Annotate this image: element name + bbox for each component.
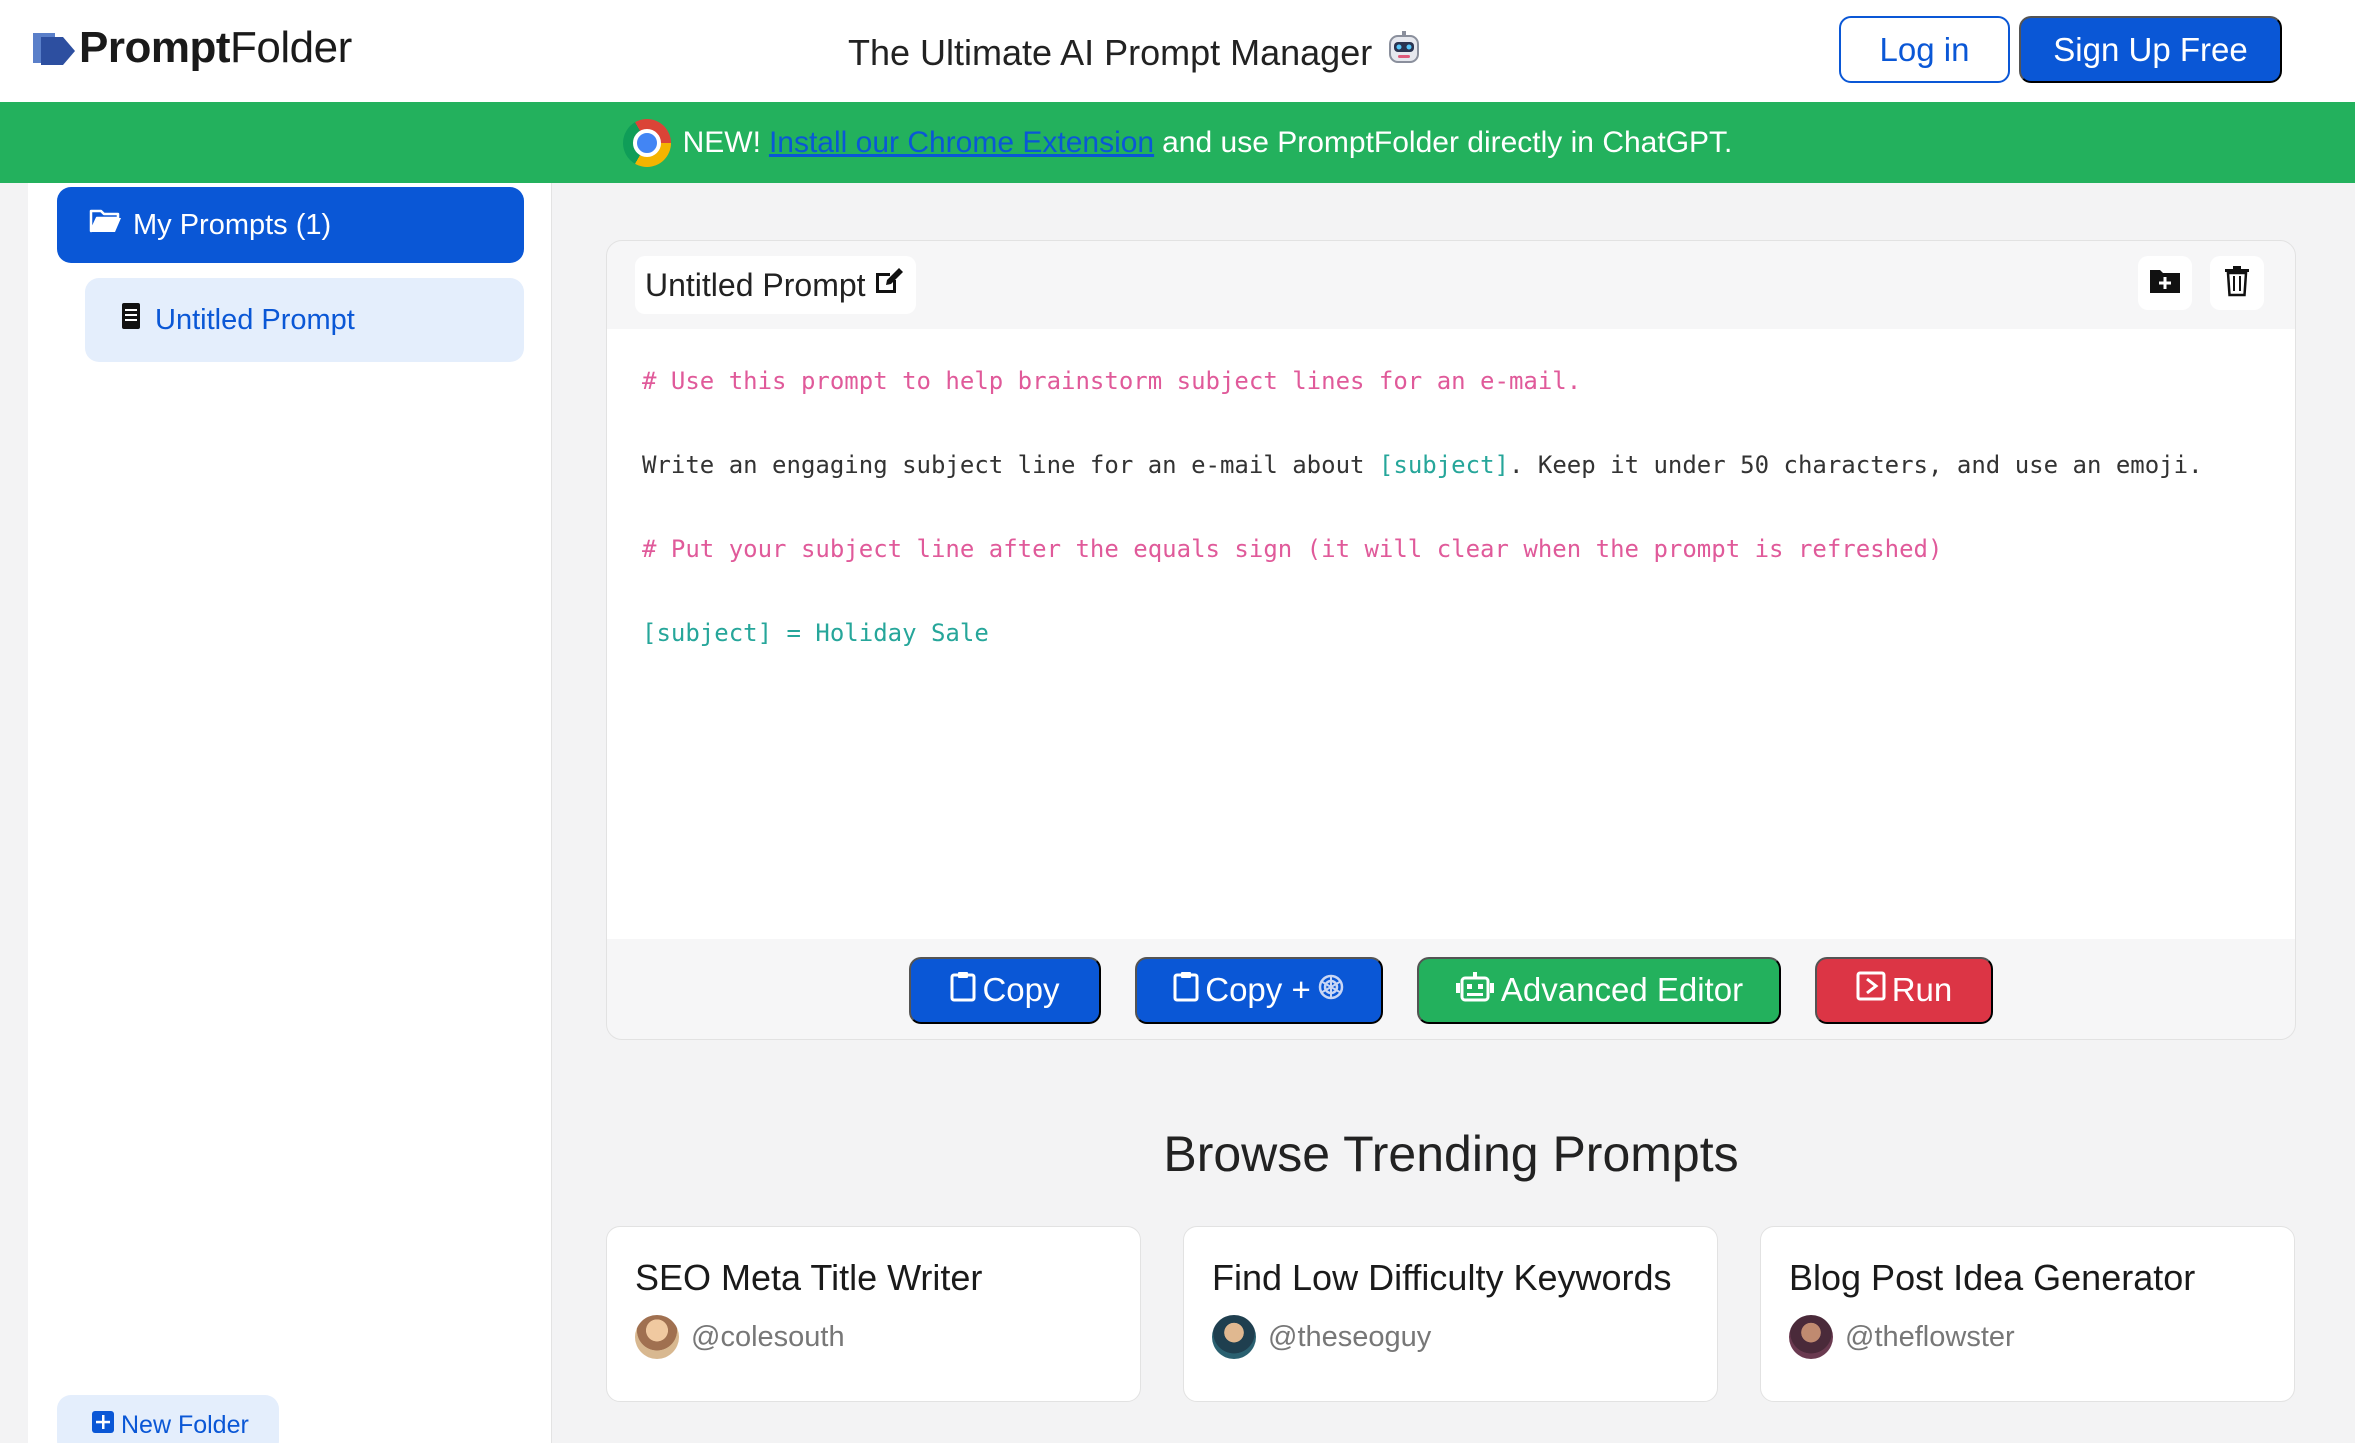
trending-card[interactable]: SEO Meta Title Writer @colesouth [606, 1226, 1141, 1402]
announcement-banner: NEW! Install our Chrome Extension and us… [0, 102, 2355, 183]
top-header: PromptFolder The Ultimate AI Prompt Mana… [0, 0, 2355, 102]
instruction-text-start: Write an engaging subject line for an e-… [642, 451, 1379, 479]
avatar [635, 1315, 679, 1359]
clipboard-icon [950, 970, 976, 1010]
action-bar: Copy Copy + Advanced Editor Run [607, 941, 2295, 1039]
logo-text-bold: Prompt [79, 23, 231, 72]
run-button[interactable]: Run [1815, 956, 1993, 1024]
trending-card-title: Blog Post Idea Generator [1789, 1257, 2196, 1298]
folder-plus-icon [2149, 267, 2181, 300]
signup-button[interactable]: Sign Up Free [2019, 16, 2282, 83]
copy-button[interactable]: Copy [909, 956, 1101, 1024]
new-folder-label: New Folder [121, 1410, 249, 1439]
prompt-text-editor[interactable]: # Use this prompt to help brainstorm sub… [607, 329, 2295, 939]
play-square-icon [1856, 971, 1886, 1009]
trending-card[interactable]: Find Low Difficulty Keywords @theseoguy [1183, 1226, 1718, 1402]
tagline-text: The Ultimate AI Prompt Manager [848, 31, 1373, 73]
editor-line-comment-1: # Use this prompt to help brainstorm sub… [642, 367, 1582, 395]
chrome-extension-link[interactable]: Install our Chrome Extension [769, 126, 1154, 160]
sidebar-prompt-untitled[interactable]: Untitled Prompt [85, 278, 524, 362]
copy-to-chatgpt-button[interactable]: Copy + [1135, 956, 1383, 1024]
editor-line-variable-assignment: [subject] = Holiday Sale [642, 619, 989, 647]
sidebar-folder-my-prompts[interactable]: My Prompts (1) [57, 187, 524, 263]
author-handle: @colesouth [691, 1320, 845, 1353]
move-to-folder-button[interactable] [2138, 256, 2192, 310]
logo-text-light: Folder [230, 23, 352, 72]
prompt-editor-card: Untitled Prompt # Use this prompt to hel… [606, 240, 2296, 1040]
new-folder-button[interactable]: New Folder [57, 1395, 279, 1443]
trending-card[interactable]: Blog Post Idea Generator @theflowster [1760, 1226, 2295, 1402]
copy-plus-label: Copy + [1205, 971, 1311, 1008]
tagline: The Ultimate AI Prompt Manager [848, 28, 1424, 77]
delete-prompt-button[interactable] [2210, 256, 2264, 310]
trash-icon [2223, 265, 2251, 302]
instruction-text-end: . Keep it under 50 characters, and use a… [1508, 451, 2203, 479]
banner-suffix: and use PromptFolder directly in ChatGPT… [1162, 125, 1733, 159]
advanced-editor-label: Advanced Editor [1500, 971, 1744, 1008]
plus-square-icon [91, 1410, 115, 1441]
prompt-title-text: Untitled Prompt [645, 266, 866, 303]
trending-card-author[interactable]: @theseoguy [1212, 1315, 1431, 1359]
editor-line-comment-2: # Put your subject line after the equals… [642, 535, 1943, 563]
avatar [1212, 1315, 1256, 1359]
robot-icon [1455, 970, 1495, 1010]
prompt-item-label: Untitled Prompt [155, 303, 355, 336]
instruction-variable: [subject] [1378, 451, 1509, 479]
folder-label: My Prompts (1) [133, 208, 332, 241]
copy-label: Copy [982, 971, 1060, 1008]
prompt-title[interactable]: Untitled Prompt [635, 256, 916, 314]
robot-icon [1384, 28, 1424, 77]
banner-prefix: NEW! [682, 125, 761, 159]
logo-folder-icon [33, 27, 75, 69]
logo[interactable]: PromptFolder [33, 22, 352, 74]
trending-card-title: SEO Meta Title Writer [635, 1257, 983, 1298]
edit-icon[interactable] [872, 265, 904, 305]
chrome-icon [622, 118, 671, 167]
document-icon [121, 302, 141, 338]
trending-card-author[interactable]: @theflowster [1789, 1315, 2015, 1359]
author-handle: @theseoguy [1268, 1320, 1432, 1353]
trending-title: Browse Trending Prompts [1163, 1126, 1739, 1182]
author-handle: @theflowster [1845, 1320, 2015, 1353]
openai-icon [1317, 971, 1345, 1009]
login-button[interactable]: Log in [1839, 16, 2010, 83]
trending-card-title: Find Low Difficulty Keywords [1212, 1257, 1672, 1298]
avatar [1789, 1315, 1833, 1359]
run-label: Run [1891, 971, 1953, 1008]
editor-line-instruction: Write an engaging subject line for an e-… [642, 451, 2203, 479]
clipboard-icon [1173, 970, 1199, 1010]
folder-open-icon [89, 207, 123, 243]
advanced-editor-button[interactable]: Advanced Editor [1417, 956, 1781, 1024]
trending-card-author[interactable]: @colesouth [635, 1315, 845, 1359]
sidebar: My Prompts (1) Untitled Prompt New Folde… [28, 183, 552, 1443]
